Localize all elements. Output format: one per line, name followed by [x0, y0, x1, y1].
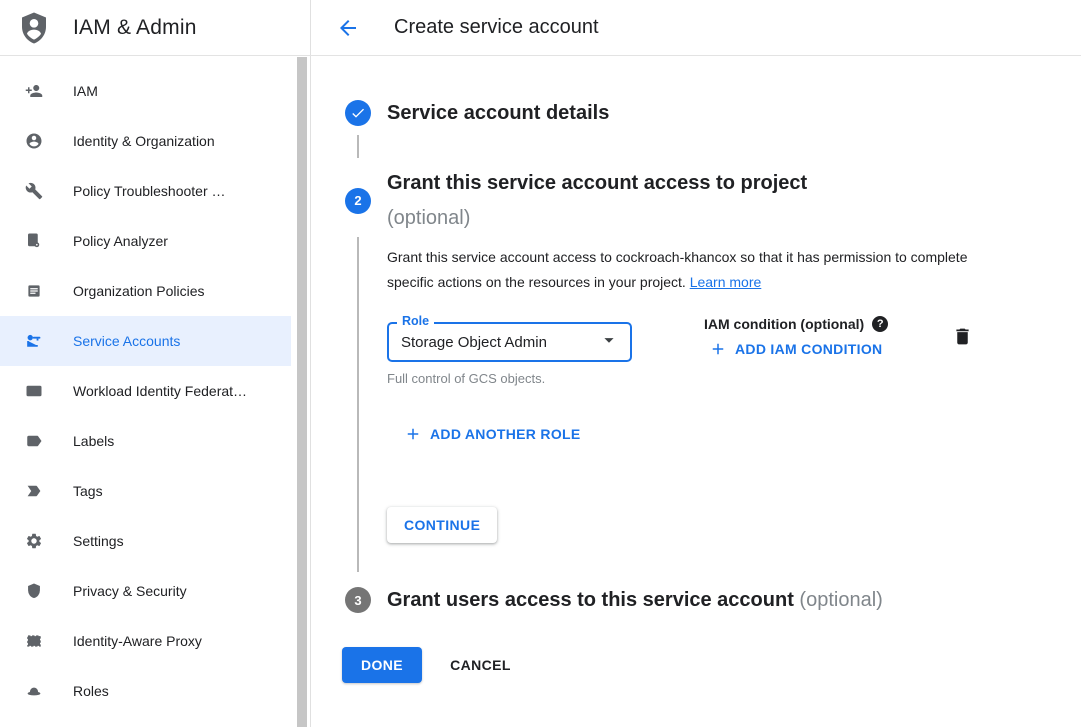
sidebar-item-label: Tags [73, 483, 103, 499]
tag-arrow-icon [25, 482, 43, 500]
add-iam-condition-button[interactable]: ADD IAM CONDITION [709, 340, 882, 358]
sidebar-item-label: Organization Policies [73, 283, 205, 299]
sidebar-item-privacy-security[interactable]: Privacy & Security [0, 566, 291, 616]
document-gear-icon [25, 232, 43, 250]
gear-icon [25, 532, 43, 550]
add-another-role-label: ADD ANOTHER ROLE [430, 426, 581, 442]
sidebar-item-settings[interactable]: Settings [0, 516, 291, 566]
plus-icon [404, 425, 422, 443]
role-row: Role Storage Object Admin Full control o… [387, 322, 979, 386]
continue-button[interactable]: CONTINUE [387, 507, 497, 543]
id-card-icon [25, 382, 43, 400]
role-field-label: Role [397, 314, 434, 328]
step3-title-text: Grant users access to this service accou… [387, 589, 794, 611]
sidebar-item-service-accounts[interactable]: Service Accounts [0, 316, 291, 366]
proxy-grid-icon [25, 632, 43, 650]
sidebar-item-labels[interactable]: Labels [0, 416, 291, 466]
step1-complete-check-icon [345, 100, 371, 126]
chevron-down-icon [598, 329, 620, 356]
step2-header: 2 Grant this service account access to p… [345, 170, 1081, 231]
person-add-icon [25, 82, 43, 100]
iam-condition-label: IAM condition (optional) [704, 316, 864, 332]
sidebar-item-label: Policy Troubleshooter … [73, 183, 226, 199]
role-helper-text: Full control of GCS objects. [387, 371, 632, 386]
sidebar-item-label: Labels [73, 433, 114, 449]
sidebar-item-label: Roles [73, 683, 109, 699]
sidebar-item-label: Identity & Organization [73, 133, 215, 149]
label-tag-icon [25, 432, 43, 450]
role-selected-value: Storage Object Admin [401, 334, 598, 351]
hat-icon [25, 682, 43, 700]
sidebar-item-workload-identity-federation[interactable]: Workload Identity Federat… [0, 366, 291, 416]
sidebar-item-label: Workload Identity Federat… [73, 383, 247, 399]
add-iam-condition-label: ADD IAM CONDITION [735, 341, 882, 357]
step3-title: Grant users access to this service accou… [387, 587, 883, 613]
page-title: Create service account [394, 16, 599, 39]
learn-more-link[interactable]: Learn more [690, 274, 762, 290]
iam-admin-shield-icon [19, 11, 49, 45]
sidebar-item-label: IAM [73, 83, 98, 99]
step1-header: Service account details [345, 100, 1081, 126]
step3-header: 3 Grant users access to this service acc… [345, 587, 1081, 613]
sidebar-item-label: Settings [73, 533, 124, 549]
done-button[interactable]: DONE [342, 647, 422, 683]
iam-condition-section: IAM condition (optional) ? ADD IAM CONDI… [704, 316, 916, 363]
step1-title: Service account details [387, 100, 609, 126]
shield-icon [25, 582, 43, 600]
wrench-icon [25, 182, 43, 200]
account-circle-icon [25, 132, 43, 150]
top-bar: IAM & Admin Create service account [0, 0, 1081, 56]
add-another-role-button[interactable]: ADD ANOTHER ROLE [404, 425, 581, 443]
product-title: IAM & Admin [73, 16, 197, 40]
page-header: Create service account [311, 0, 1081, 55]
sidebar-item-policy-troubleshooter[interactable]: Policy Troubleshooter … [0, 166, 291, 216]
service-account-key-icon [25, 332, 43, 350]
sidebar-item-identity-organization[interactable]: Identity & Organization [0, 116, 291, 166]
sidebar-item-tags[interactable]: Tags [0, 466, 291, 516]
sidebar-item-label: Service Accounts [73, 333, 180, 349]
step2-title: Grant this service account access to pro… [387, 170, 807, 196]
sidebar-nav: IAM Identity & Organization Policy Troub… [0, 56, 311, 727]
step3-optional-label: (optional) [799, 589, 882, 611]
step3-number-badge: 3 [345, 587, 371, 613]
step2-description-text: Grant this service account access to coc… [387, 249, 968, 290]
help-icon[interactable]: ? [872, 316, 888, 332]
back-arrow-icon[interactable] [336, 16, 360, 40]
cancel-button[interactable]: CANCEL [450, 657, 511, 673]
step2-body: Grant this service account access to coc… [345, 237, 1081, 572]
create-service-account-form: Service account details 2 Grant this ser… [311, 56, 1081, 727]
sidebar-item-policy-analyzer[interactable]: Policy Analyzer [0, 216, 291, 266]
step2-optional-label: (optional) [387, 205, 807, 231]
form-actions: DONE CANCEL [342, 647, 1081, 683]
stepper-rail [345, 237, 371, 572]
plus-icon [709, 340, 727, 358]
sidebar-item-organization-policies[interactable]: Organization Policies [0, 266, 291, 316]
role-select[interactable]: Role Storage Object Admin [387, 322, 632, 362]
document-lines-icon [25, 282, 43, 300]
step2-description: Grant this service account access to coc… [387, 245, 979, 295]
step2-number-badge: 2 [345, 188, 371, 214]
delete-role-trash-icon[interactable] [952, 326, 973, 352]
sidebar-item-identity-aware-proxy[interactable]: Identity-Aware Proxy [0, 616, 291, 666]
sidebar-item-iam[interactable]: IAM [0, 66, 291, 116]
sidebar-scrollbar-thumb[interactable] [297, 57, 307, 727]
stepper-connector [345, 135, 371, 158]
sidebar-item-roles[interactable]: Roles [0, 666, 291, 716]
sidebar-item-label: Identity-Aware Proxy [73, 633, 202, 649]
sidebar-item-label: Privacy & Security [73, 583, 187, 599]
sidebar-item-label: Policy Analyzer [73, 233, 168, 249]
sidebar-scrollbar[interactable] [297, 57, 309, 727]
product-header: IAM & Admin [0, 0, 311, 55]
